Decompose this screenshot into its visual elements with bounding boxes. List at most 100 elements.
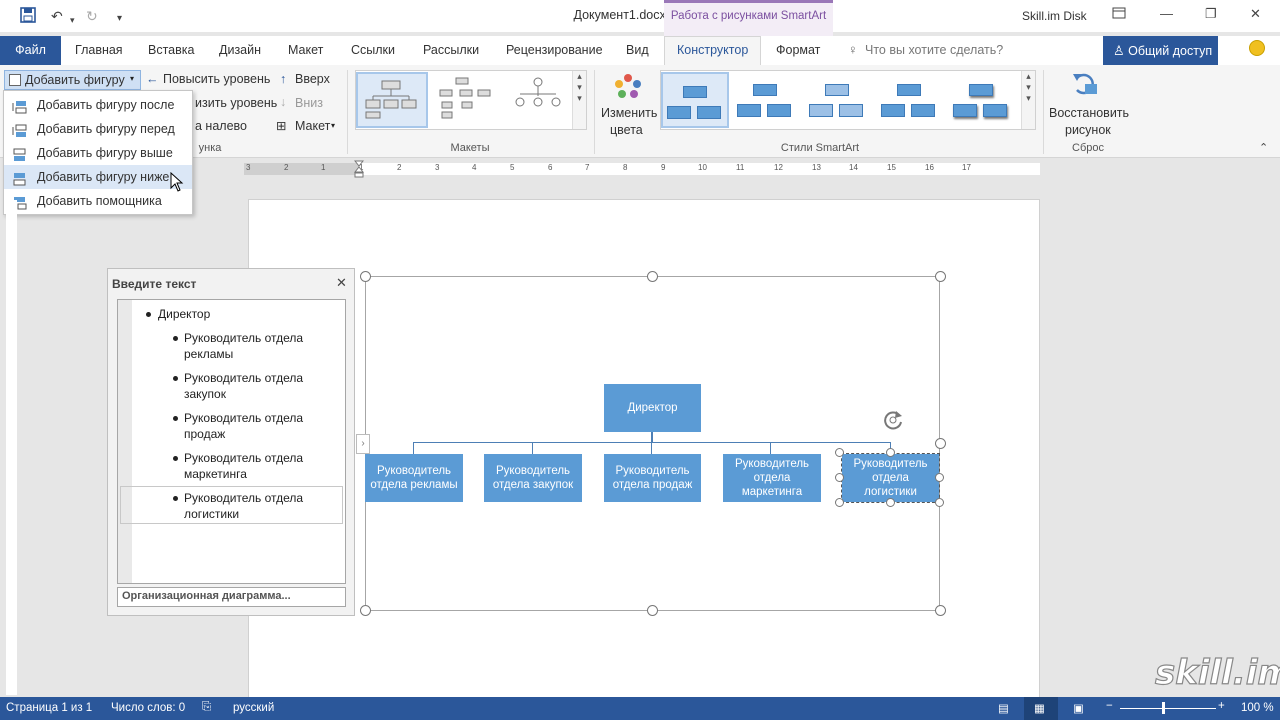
reset-graphic-label-2: рисунок bbox=[1065, 123, 1111, 137]
add-shape-button[interactable]: Добавить фигуру ▾ bbox=[4, 70, 141, 90]
ruler-tick-label: 2 bbox=[284, 163, 289, 172]
ribbon-display-options-icon[interactable] bbox=[1112, 6, 1126, 23]
tab-layout[interactable]: Макет bbox=[288, 43, 323, 57]
close-icon[interactable]: ✕ bbox=[336, 275, 347, 291]
resize-handle[interactable] bbox=[935, 605, 946, 616]
layout-menu-button[interactable]: Макет bbox=[295, 119, 330, 133]
read-mode-icon[interactable]: ▤ bbox=[998, 701, 1009, 715]
close-window-icon[interactable]: ✕ bbox=[1250, 6, 1261, 22]
layout-circle-hierarchy[interactable] bbox=[504, 72, 576, 128]
tab-references[interactable]: Ссылки bbox=[351, 43, 395, 57]
demote-button[interactable]: изить уровень bbox=[195, 96, 277, 110]
shape-handle[interactable] bbox=[886, 498, 895, 507]
shape-handle[interactable] bbox=[935, 473, 944, 482]
share-button[interactable]: ♙ Общий доступ bbox=[1103, 36, 1218, 65]
org-node-advertising[interactable]: Руководитель отдела рекламы bbox=[365, 454, 463, 502]
indent-marker-icon[interactable] bbox=[353, 160, 365, 178]
word-count[interactable]: Число слов: 0 bbox=[111, 702, 185, 714]
tab-smartart-design[interactable]: Конструктор bbox=[664, 36, 762, 66]
proofing-icon[interactable]: ⎘ bbox=[202, 701, 211, 714]
list-item-text: Руководитель отдела bbox=[184, 331, 304, 345]
account-name[interactable]: Skill.im Disk bbox=[1022, 9, 1087, 23]
org-node-sales[interactable]: Руководитель отдела продаж bbox=[604, 454, 701, 502]
zoom-slider-track[interactable] bbox=[1120, 708, 1216, 709]
menu-item-add-below[interactable]: Добавить фигуру ниже bbox=[4, 165, 192, 189]
text-pane-toggle[interactable]: › bbox=[356, 434, 370, 454]
style-white-outline[interactable] bbox=[733, 72, 801, 128]
org-node-director[interactable]: Директор bbox=[604, 384, 701, 432]
text-pane: Введите текст ✕ Директор Руководитель от… bbox=[107, 268, 355, 616]
move-up-button[interactable]: Вверх bbox=[295, 72, 330, 86]
layout-hierarchy[interactable] bbox=[430, 72, 502, 128]
style-moderate-effect[interactable] bbox=[877, 72, 945, 128]
resize-handle[interactable] bbox=[647, 271, 658, 282]
feedback-smiley-icon[interactable] bbox=[1249, 40, 1265, 56]
shape-handle[interactable] bbox=[935, 498, 944, 507]
zoom-in-icon[interactable]: + bbox=[1218, 700, 1225, 712]
promote-button[interactable]: Повысить уровень bbox=[163, 72, 270, 86]
restore-icon[interactable]: ❐ bbox=[1205, 6, 1217, 22]
language[interactable]: русский bbox=[233, 702, 274, 714]
page-count[interactable]: Страница 1 из 1 bbox=[6, 702, 92, 714]
layout-tree-icon: ⊞ bbox=[276, 119, 287, 133]
tab-review[interactable]: Рецензирование bbox=[506, 43, 603, 57]
tab-home[interactable]: Главная bbox=[75, 43, 123, 57]
text-pane-list[interactable]: Директор Руководитель отдела рекламы Руко… bbox=[117, 299, 346, 584]
list-item[interactable]: Руководитель отдела закупок bbox=[184, 370, 303, 402]
ruler-tick-label: 3 bbox=[435, 163, 440, 172]
tell-me-input[interactable]: Что вы хотите сделать? bbox=[865, 43, 1003, 57]
style-intense-effect[interactable] bbox=[949, 72, 1017, 128]
tab-format[interactable]: Формат bbox=[776, 43, 820, 57]
resize-handle[interactable] bbox=[935, 271, 946, 282]
style-simple-fill[interactable] bbox=[661, 72, 729, 128]
add-before-icon bbox=[12, 122, 27, 137]
layouts-gallery-scroll[interactable]: ▴ ▾ ▾ bbox=[572, 71, 586, 129]
menu-item-add-assistant[interactable]: Добавить помощника bbox=[4, 189, 192, 213]
layout-org-chart[interactable] bbox=[356, 72, 428, 128]
menu-item-add-above[interactable]: Добавить фигуру выше bbox=[4, 141, 192, 165]
resize-handle[interactable] bbox=[647, 605, 658, 616]
bullet-icon bbox=[173, 336, 178, 341]
styles-gallery-scroll[interactable]: ▴ ▾ ▾ bbox=[1021, 71, 1035, 129]
print-layout-icon[interactable]: ▦ bbox=[1034, 701, 1045, 715]
list-item[interactable]: Руководитель отдела маркетинга bbox=[184, 450, 303, 482]
rotate-handle-icon[interactable] bbox=[881, 408, 905, 432]
reset-graphic-button[interactable]: Восстановить рисунок bbox=[1047, 70, 1129, 138]
move-up-icon: ↑ bbox=[280, 72, 287, 86]
org-node-logistics[interactable]: Руководитель отдела логистики bbox=[841, 453, 940, 503]
menu-item-add-after[interactable]: Добавить фигуру после bbox=[4, 93, 192, 117]
change-colors-button[interactable]: Изменить цвета bbox=[598, 72, 660, 138]
tab-file[interactable]: Файл bbox=[0, 36, 61, 65]
web-layout-icon[interactable]: ▣ bbox=[1073, 701, 1084, 715]
zoom-out-icon[interactable]: − bbox=[1106, 700, 1113, 712]
menu-item-add-before[interactable]: Добавить фигуру перед bbox=[4, 117, 192, 141]
list-item[interactable]: Руководитель отдела рекламы bbox=[184, 330, 303, 362]
right-to-left-button[interactable]: а налево bbox=[195, 119, 247, 133]
smartart-frame[interactable] bbox=[365, 276, 940, 611]
resize-handle[interactable] bbox=[360, 271, 371, 282]
list-item-selected[interactable]: Руководитель отдела логистики bbox=[184, 490, 303, 522]
list-item-root[interactable]: Директор bbox=[158, 306, 210, 322]
style-subtle-effect[interactable] bbox=[805, 72, 873, 128]
zoom-slider-thumb[interactable] bbox=[1162, 702, 1165, 714]
zoom-level[interactable]: 100 % bbox=[1241, 702, 1274, 714]
tab-design[interactable]: Дизайн bbox=[219, 43, 261, 57]
shape-handle[interactable] bbox=[886, 448, 895, 457]
collapse-ribbon-icon[interactable]: ⌃ bbox=[1259, 141, 1268, 154]
node-text: логистики bbox=[864, 486, 917, 498]
shape-handle[interactable] bbox=[835, 473, 844, 482]
list-item[interactable]: Руководитель отдела продаж bbox=[184, 410, 303, 442]
tab-insert[interactable]: Вставка bbox=[148, 43, 194, 57]
shape-handle[interactable] bbox=[835, 448, 844, 457]
tab-mailings[interactable]: Рассылки bbox=[423, 43, 479, 57]
shape-handle[interactable] bbox=[935, 438, 946, 449]
org-node-marketing[interactable]: Руководитель отдела маркетинга bbox=[723, 454, 821, 502]
move-down-button[interactable]: Вниз bbox=[295, 96, 323, 110]
tab-view[interactable]: Вид bbox=[626, 43, 649, 57]
node-text: отдела рекламы bbox=[370, 479, 458, 491]
minimize-icon[interactable]: — bbox=[1160, 6, 1173, 21]
text-pane-footer-link[interactable]: Организационная диаграмма... bbox=[117, 587, 346, 607]
org-node-procurement[interactable]: Руководитель отдела закупок bbox=[484, 454, 582, 502]
shape-handle[interactable] bbox=[835, 498, 844, 507]
resize-handle[interactable] bbox=[360, 605, 371, 616]
